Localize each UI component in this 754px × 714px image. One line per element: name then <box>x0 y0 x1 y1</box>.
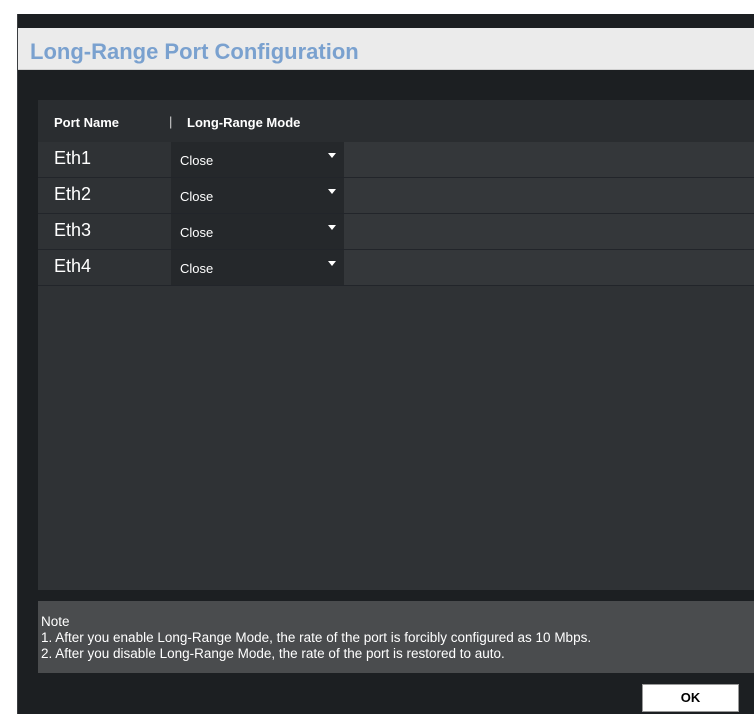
dialog-title: Long-Range Port Configuration <box>30 39 359 64</box>
port-name: Eth4 <box>54 256 92 276</box>
column-header-long-range-mode: Long-Range Mode <box>187 115 301 130</box>
long-range-mode-select[interactable]: Close <box>171 214 344 249</box>
port-name: Eth3 <box>54 220 92 240</box>
table-row: Eth4 Close <box>38 250 754 286</box>
dialog-titlebar: Long-Range Port Configuration <box>18 28 754 70</box>
note-line-2: 2. After you disable Long-Range Mode, th… <box>41 646 505 661</box>
chevron-down-icon <box>328 189 336 194</box>
table-header: Port Name | Long-Range Mode <box>38 100 754 142</box>
select-value: Close <box>180 189 214 204</box>
chevron-down-icon <box>328 225 336 230</box>
table-row: Eth1 Close <box>38 142 754 178</box>
ok-button[interactable]: OK <box>642 684 739 712</box>
long-range-mode-select[interactable]: Close <box>171 142 344 177</box>
select-value: Close <box>180 153 214 168</box>
note-line-1: 1. After you enable Long-Range Mode, the… <box>41 630 592 645</box>
row-empty-cell <box>344 142 754 177</box>
row-empty-cell <box>344 250 754 285</box>
long-range-port-dialog: Long-Range Port Configuration Port Name … <box>17 14 754 714</box>
row-empty-cell <box>344 214 754 249</box>
table-row: Eth3 Close <box>38 214 754 250</box>
select-value: Close <box>180 225 214 240</box>
note-heading: Note <box>41 614 70 629</box>
long-range-mode-select[interactable]: Close <box>171 250 344 285</box>
table-row: Eth2 Close <box>38 178 754 214</box>
port-name: Eth2 <box>54 184 92 204</box>
port-table: Port Name | Long-Range Mode Eth1 Close E… <box>38 100 754 590</box>
port-name: Eth1 <box>54 148 92 168</box>
note-panel: Note 1. After you enable Long-Range Mode… <box>38 601 754 673</box>
chevron-down-icon <box>328 153 336 158</box>
chevron-down-icon <box>328 261 336 266</box>
row-empty-cell <box>344 178 754 213</box>
select-value: Close <box>180 261 214 276</box>
column-separator: | <box>169 114 173 129</box>
column-header-port-name: Port Name <box>54 115 120 130</box>
long-range-mode-select[interactable]: Close <box>171 178 344 213</box>
